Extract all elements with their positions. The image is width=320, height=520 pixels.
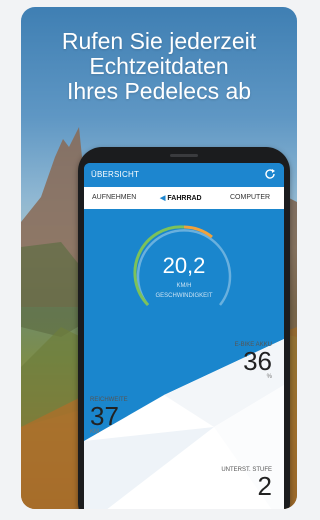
battery-metric: E-BIKE AKKU 36 % xyxy=(202,342,272,380)
phone-speaker xyxy=(170,154,198,157)
refresh-icon[interactable] xyxy=(264,168,276,180)
dashboard: 20,2 KM/H GESCHWINDIGKEIT E-BIKE AKKU 36… xyxy=(84,209,284,509)
battery-value: 36 xyxy=(243,346,272,376)
promo-headline: Rufen Sie jederzeit Echtzeitdaten Ihres … xyxy=(21,29,297,104)
tab-fahrrad-label: FAHRRAD xyxy=(167,195,202,202)
arrow-left-icon: ◀ xyxy=(160,195,166,202)
range-metric: REICHWEITE 37 KM xyxy=(90,397,160,435)
tab-fahrrad[interactable]: ◀ FAHRRAD xyxy=(160,194,202,202)
app-bar: ÜBERSICHT xyxy=(84,163,284,187)
assist-metric: UNTERST. STUFE 2 xyxy=(192,467,272,499)
headline-line-3: Ihres Pedelecs ab xyxy=(66,78,252,104)
tab-bar: AUFNEHMEN ◀ FAHRRAD COMPUTER xyxy=(84,187,284,209)
app-title: ÜBERSICHT xyxy=(91,170,140,179)
tab-aufnehmen[interactable]: AUFNEHMEN xyxy=(92,194,136,201)
headline-line-1: Rufen Sie jederzeit xyxy=(61,28,257,54)
headline-line-2: Echtzeitdaten xyxy=(89,53,229,79)
assist-value: 2 xyxy=(257,471,272,501)
range-value: 37 xyxy=(90,401,119,431)
phone-screen: ÜBERSICHT AUFNEHMEN ◀ FAHRRAD COMPUTER 2… xyxy=(84,163,284,509)
promo-card: Rufen Sie jederzeit Echtzeitdaten Ihres … xyxy=(21,7,297,509)
tab-computer[interactable]: COMPUTER xyxy=(230,194,270,201)
phone-frame: ÜBERSICHT AUFNEHMEN ◀ FAHRRAD COMPUTER 2… xyxy=(78,147,290,509)
